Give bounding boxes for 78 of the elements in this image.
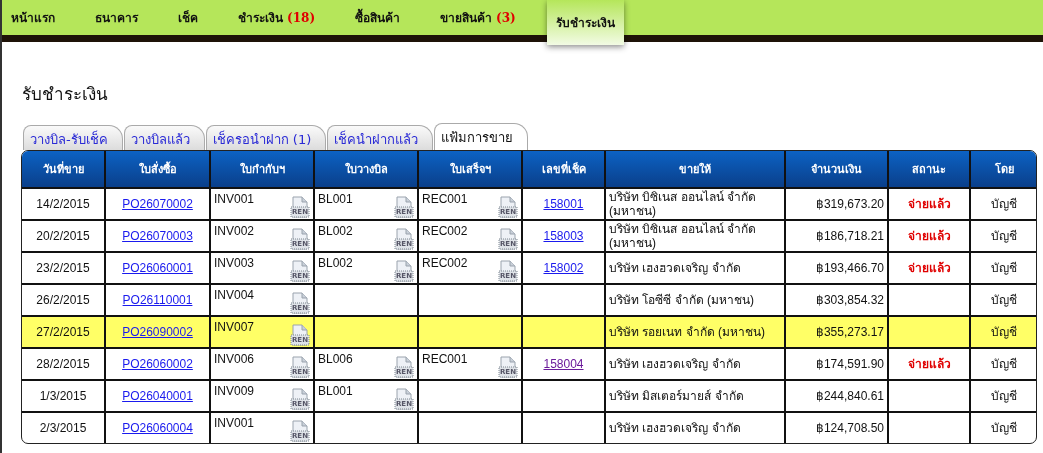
column-header[interactable]: ใบวางบิล <box>314 151 418 188</box>
column-header[interactable]: เลขที่เช็ค <box>522 151 605 188</box>
column-header[interactable]: ใบกำกับฯ <box>210 151 314 188</box>
column-header[interactable]: โดย <box>970 151 1036 188</box>
user-text: บัญชี <box>991 357 1017 371</box>
date-text: 2/3/2015 <box>39 421 87 435</box>
status-text: จ่ายแล้ว <box>907 197 951 211</box>
nav-item[interactable]: รับชำระเงิน <box>546 0 624 45</box>
tab[interactable]: วางบิล-รับเช็ค <box>23 125 123 150</box>
document-number: BL001 <box>318 383 353 398</box>
user-text: บัญชี <box>991 229 1017 243</box>
document-number: INV001 <box>214 415 255 430</box>
amount-text: ฿303,854.32 <box>815 293 884 307</box>
buyer-name: บริษัท เฮงฮวดเจริญ จำกัด <box>609 357 741 371</box>
nav-item[interactable]: ซื้อสินค้า <box>346 0 410 35</box>
column-header[interactable]: ใบสั่งซื้อ <box>105 151 210 188</box>
buyer-name: บริษัท เฮงฮวดเจริญ จำกัด <box>609 261 741 275</box>
date-text: 1/3/2015 <box>39 389 87 403</box>
amount-text: ฿244,840.61 <box>815 389 884 403</box>
count-label: (3) <box>496 10 516 25</box>
nav-item[interactable]: ขายสินค้า (3) <box>431 0 525 35</box>
amount-text: ฿355,273.17 <box>815 325 884 339</box>
date-text: 26/2/2015 <box>36 293 90 307</box>
date-text: 14/2/2015 <box>36 197 90 211</box>
document-number: BL002 <box>318 223 353 238</box>
date-text: 23/2/2015 <box>36 261 90 275</box>
document-number: REC001 <box>422 351 468 366</box>
document-number: BL001 <box>318 191 353 206</box>
user-text: บัญชี <box>991 325 1017 339</box>
user-text: บัญชี <box>991 293 1017 307</box>
document-number: INV003 <box>214 255 255 270</box>
status-text: จ่ายแล้ว <box>907 261 951 275</box>
count-label: (18) <box>287 10 316 25</box>
nav-item[interactable]: ธนาคาร <box>86 0 147 35</box>
buyer-name: บริษัท รอยเนท จำกัด (มหาชน) <box>609 325 765 339</box>
buyer-name: บริษัท มิสเตอร์มายส์ จำกัด <box>609 389 744 403</box>
amount-text: ฿319,673.20 <box>815 197 884 211</box>
document-number: REC002 <box>422 223 468 238</box>
column-header[interactable]: วันที่ขาย <box>22 151 105 188</box>
page-title: รับชำระเงิน <box>22 83 109 106</box>
tab[interactable]: แฟ้มการขาย <box>434 123 529 150</box>
date-text: 27/2/2015 <box>36 325 90 339</box>
document-number: INV002 <box>214 223 255 238</box>
document-number: REC001 <box>422 191 468 206</box>
date-text: 28/2/2015 <box>36 357 90 371</box>
document-number: INV007 <box>214 319 255 334</box>
document-number: INV001 <box>214 191 255 206</box>
buyer-name: บริษัท เฮงฮวดเจริญ จำกัด <box>609 421 741 435</box>
column-header[interactable]: สถานะ <box>888 151 970 188</box>
column-header[interactable]: ใบเสร็จฯ <box>418 151 522 188</box>
buyer-name: บริษัท บิซิเนส ออนไลน์ จำกัด (มหาชน) <box>609 222 756 250</box>
amount-text: ฿193,466.70 <box>815 261 884 275</box>
document-number: BL006 <box>318 351 353 366</box>
document-number: INV004 <box>214 287 255 302</box>
amount-text: ฿186,718.21 <box>815 229 884 243</box>
tab[interactable]: วางบิลแล้ว <box>123 125 205 150</box>
nav-item[interactable]: หน้าแรก <box>2 0 64 35</box>
nav-item[interactable]: เช็ค <box>169 0 207 35</box>
nav-item[interactable]: ชำระเงิน (18) <box>229 0 325 35</box>
user-text: บัญชี <box>991 389 1017 403</box>
buyer-name: บริษัท โอซีซี จำกัด (มหาชน) <box>609 293 754 307</box>
document-number: REC002 <box>422 255 468 270</box>
tab[interactable]: เช็คนำฝากแล้ว <box>327 125 434 150</box>
document-number: BL002 <box>318 255 353 270</box>
user-text: บัญชี <box>991 197 1017 211</box>
document-number: INV009 <box>214 383 255 398</box>
document-number: INV006 <box>214 351 255 366</box>
user-text: บัญชี <box>991 261 1017 275</box>
amount-text: ฿124,708.50 <box>815 421 884 435</box>
column-header[interactable]: ขายให้ <box>605 151 785 188</box>
tab[interactable]: เช็ครอนำฝาก (1) <box>205 125 327 150</box>
status-text: จ่ายแล้ว <box>907 229 951 243</box>
status-text: จ่ายแล้ว <box>907 357 951 371</box>
user-text: บัญชี <box>991 421 1017 435</box>
amount-text: ฿174,591.90 <box>815 357 884 371</box>
buyer-name: บริษัท บิซิเนส ออนไลน์ จำกัด (มหาชน) <box>609 190 756 218</box>
date-text: 20/2/2015 <box>36 229 90 243</box>
column-header[interactable]: จำนวนเงิน <box>785 151 888 188</box>
